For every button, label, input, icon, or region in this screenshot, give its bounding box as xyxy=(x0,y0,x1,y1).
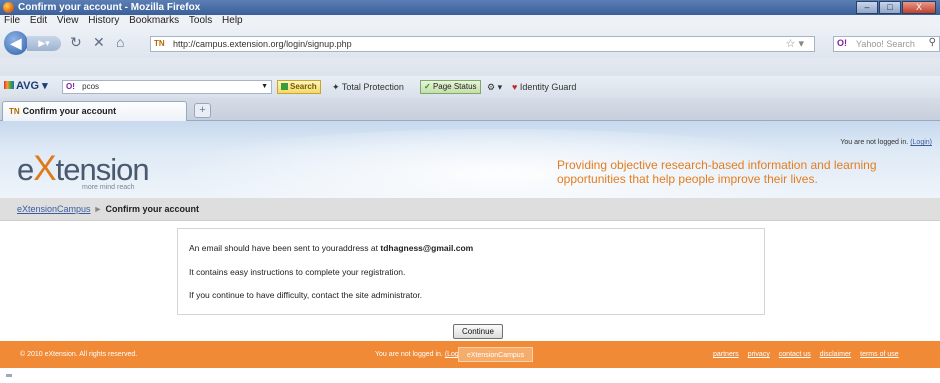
page-bottom xyxy=(0,368,940,383)
site-header: You are not logged in. (Login) eXtension… xyxy=(0,121,940,198)
breadcrumb-home[interactable]: eXtensionCampus xyxy=(17,204,91,214)
avg-search-button[interactable]: Search xyxy=(277,80,321,94)
menu-tools[interactable]: Tools xyxy=(189,15,212,26)
reload-icon[interactable]: ↻ xyxy=(70,35,82,49)
footer-link-terms[interactable]: terms of use xyxy=(860,351,899,358)
firefox-icon xyxy=(3,2,14,13)
breadcrumb-separator: ► xyxy=(93,204,103,214)
address-bar[interactable]: TN http://campus.extension.org/login/sig… xyxy=(150,36,815,52)
footer-links: partners privacy contact us disclaimer t… xyxy=(713,341,906,368)
search-box-icon xyxy=(281,83,288,90)
avg-logo[interactable]: AVG ▾ xyxy=(4,79,48,92)
footer-copyright: © 2010 eXtension. All rights reserved. xyxy=(20,351,138,358)
page-status-label: Page Status xyxy=(432,82,477,91)
footer-link-contact[interactable]: contact us xyxy=(779,351,811,358)
breadcrumb-current: Confirm your account xyxy=(105,204,199,214)
url-text: http://campus.extension.org/login/signup… xyxy=(173,39,352,49)
avg-brand: AVG xyxy=(16,80,40,92)
avg-toolbar: AVG ▾ O! pcos ▼ Search ✦ Total Protectio… xyxy=(0,76,940,98)
footer-not-logged: You are not logged in. xyxy=(375,351,443,358)
confirmation-message-box: An email should have been sent to yourad… xyxy=(177,228,765,315)
total-protection-button[interactable]: ✦ Total Protection xyxy=(332,81,404,93)
navigation-bar: ◀ ▶▾ ↻ ✕ ⌂ TN http://campus.extension.or… xyxy=(0,27,940,58)
menu-history[interactable]: History xyxy=(88,15,119,26)
avg-logo-icon xyxy=(4,81,14,89)
avg-search-input[interactable]: O! pcos ▼ xyxy=(62,80,272,94)
identity-guard-label: Identity Guard xyxy=(519,82,577,92)
tab-favicon: TN xyxy=(9,107,20,116)
search-box[interactable]: O! Yahoo! Search ⚲ xyxy=(833,36,940,52)
menu-file[interactable]: File xyxy=(4,15,20,26)
home-icon[interactable]: ⌂ xyxy=(116,35,124,49)
avg-query: pcos xyxy=(82,82,100,91)
total-protection-label: Total Protection xyxy=(341,82,404,92)
login-status-text: You are not logged in. xyxy=(840,139,909,146)
message-line-3: If you continue to have difficulty, cont… xyxy=(189,290,423,300)
extension-logo[interactable]: eXtension xyxy=(17,149,150,189)
footer-campus-button[interactable]: eXtensionCampus xyxy=(458,347,534,362)
search-placeholder: Yahoo! Search xyxy=(856,39,915,49)
shield-icon: ♥ xyxy=(512,82,518,92)
avg-engine-icon: O! xyxy=(66,82,75,91)
toolbar-spacer xyxy=(0,58,940,76)
new-tab-button[interactable]: + xyxy=(194,103,211,118)
tab-strip: TN Confirm your account + xyxy=(0,98,940,121)
login-link[interactable]: (Login) xyxy=(910,139,932,146)
search-icon[interactable]: ⚲ xyxy=(929,37,936,48)
logo-x: X xyxy=(33,149,56,188)
logo-tagline: more mind reach xyxy=(82,184,135,191)
footer-link-privacy[interactable]: privacy xyxy=(748,351,770,358)
back-button[interactable]: ◀ xyxy=(4,31,28,55)
bookmark-star-icon[interactable]: ☆ ▾ xyxy=(786,37,804,50)
window-controls: – □ X xyxy=(855,1,936,14)
maximize-button[interactable]: □ xyxy=(879,1,901,14)
site-footer: © 2010 eXtension. All rights reserved. Y… xyxy=(0,341,940,368)
logo-prefix: e xyxy=(17,152,34,187)
breadcrumb: eXtensionCampus ► Confirm your account xyxy=(0,198,940,221)
avg-settings-icon[interactable]: ⚙ ▾ xyxy=(487,81,502,93)
page-status-button[interactable]: ✓ Page Status xyxy=(420,80,481,94)
footer-link-partners[interactable]: partners xyxy=(713,351,739,358)
identity-guard-button[interactable]: ♥ Identity Guard xyxy=(512,81,576,93)
message-line-1: An email should have been sent to yourad… xyxy=(189,243,473,253)
logo-suffix: tension xyxy=(55,152,150,187)
tab-confirm-account[interactable]: TN Confirm your account xyxy=(2,101,187,121)
site-favicon: TN xyxy=(154,39,165,48)
dropdown-arrow-icon[interactable]: ▼ xyxy=(261,81,268,93)
message-email: tdhagness@gmail.com xyxy=(380,243,474,253)
continue-button[interactable]: Continue xyxy=(453,324,503,339)
close-button[interactable]: X xyxy=(902,1,936,14)
message-line-2: It contains easy instructions to complet… xyxy=(189,267,406,277)
menu-bookmarks[interactable]: Bookmarks xyxy=(129,15,179,26)
site-tagline: Providing objective research-based infor… xyxy=(557,158,877,186)
stop-icon[interactable]: ✕ xyxy=(93,35,105,49)
menu-edit[interactable]: Edit xyxy=(30,15,47,26)
title-bar: Confirm your account - Mozilla Firefox –… xyxy=(0,0,940,15)
window-title: Confirm your account - Mozilla Firefox xyxy=(18,2,201,13)
footer-login-status: You are not logged in. (Login) xyxy=(375,341,467,368)
check-icon: ✓ xyxy=(424,82,431,91)
avg-search-label: Search xyxy=(290,82,317,91)
message-line-1-text: An email should have been sent to yourad… xyxy=(189,243,379,253)
menu-bar: File Edit View History Bookmarks Tools H… xyxy=(0,15,940,27)
menu-view[interactable]: View xyxy=(57,15,79,26)
menu-help[interactable]: Help xyxy=(222,15,243,26)
browser-window: Confirm your account - Mozilla Firefox –… xyxy=(0,0,940,383)
tab-title: Confirm your account xyxy=(22,106,117,116)
search-engine-icon[interactable]: O! xyxy=(837,38,847,48)
login-status: You are not logged in. (Login) xyxy=(840,139,932,146)
minimize-button[interactable]: – xyxy=(856,1,878,14)
forward-button[interactable]: ▶▾ xyxy=(27,36,61,51)
scroll-marker xyxy=(6,374,12,377)
footer-link-disclaimer[interactable]: disclaimer xyxy=(820,351,852,358)
